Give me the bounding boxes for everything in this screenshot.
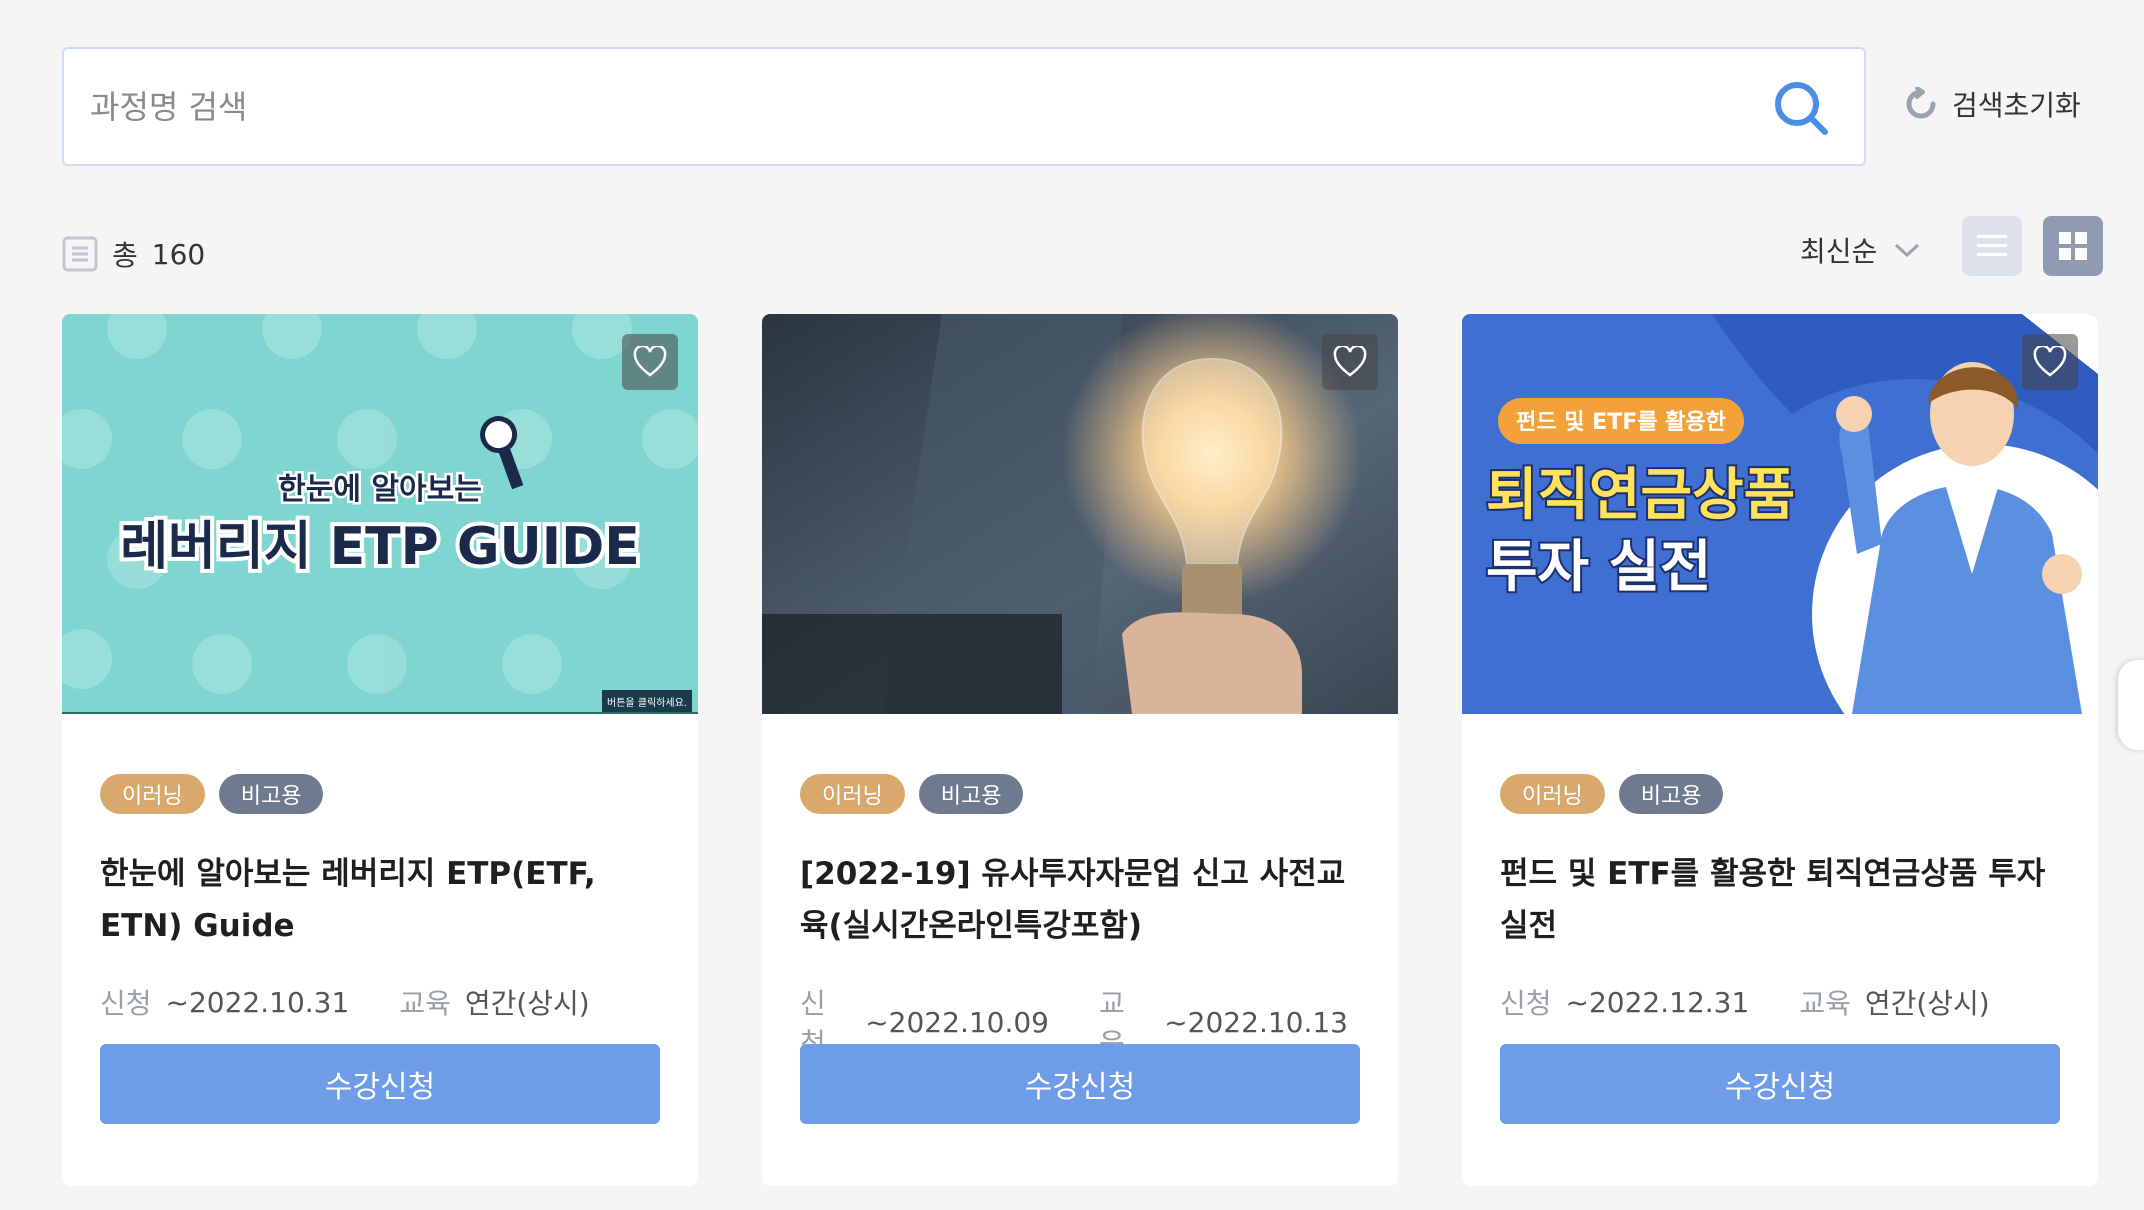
edu-date: 연간(상시)	[464, 987, 590, 1020]
badge-group: 이러닝 비고용	[100, 774, 324, 814]
favorite-button[interactable]	[1322, 334, 1378, 390]
heart-icon	[1333, 346, 1367, 377]
heart-icon	[2033, 346, 2067, 377]
reset-label: 검색초기화	[1952, 89, 2081, 122]
search-icon[interactable]	[1772, 79, 1830, 137]
edu-key: 교육	[399, 987, 451, 1020]
type-badge: 이러닝	[100, 774, 205, 814]
reset-search-button[interactable]: 검색초기화	[1904, 82, 2081, 126]
enroll-button[interactable]: 수강신청	[1500, 1044, 2060, 1124]
course-thumbnail[interactable]: 펀드 및 ETF를 활용한 퇴직연금상품 투자 실전	[1462, 314, 2098, 714]
category-badge: 비고용	[1618, 774, 1724, 814]
course-dates: 신청 ~2022.12.31 교육 연간(상시)	[1500, 982, 2040, 1022]
favorite-button[interactable]	[2022, 334, 2078, 390]
search-box[interactable]	[62, 47, 1866, 166]
thumbnail-subtitle: 투자 실전	[1486, 535, 1712, 600]
total-number: 160	[151, 237, 206, 271]
course-card[interactable]: 한눈에 알아보는 레버리지 ETP GUIDE 버튼을 클릭하세요. 이러닝 비…	[62, 314, 698, 1186]
grid-view-icon	[2059, 232, 2087, 260]
type-badge: 이러닝	[1500, 774, 1605, 814]
apply-date: ~2022.10.09	[865, 1005, 1049, 1039]
thumbnail-title: 레버리지 ETP GUIDE	[120, 517, 640, 577]
refresh-icon	[1906, 87, 1936, 119]
apply-date: ~2022.10.31	[165, 985, 350, 1019]
apply-key: 신청	[1500, 987, 1552, 1020]
thumbnail-headline: 한눈에 알아보는	[278, 472, 482, 507]
course-thumbnail[interactable]: 한눈에 알아보는 레버리지 ETP GUIDE 버튼을 클릭하세요.	[62, 314, 698, 714]
total-count: 총 160	[62, 234, 205, 274]
course-title[interactable]: 펀드 및 ETF를 활용한 퇴직연금상품 투자 실전	[1500, 848, 2060, 952]
type-badge: 이러닝	[800, 774, 905, 814]
thumbnail-tag: 펀드 및 ETF를 활용한	[1516, 410, 1726, 435]
search-input[interactable]	[90, 49, 1730, 164]
total-label: 총	[112, 239, 138, 272]
edu-date: 연간(상시)	[1864, 987, 1990, 1020]
apply-date: ~2022.12.31	[1565, 985, 1750, 1019]
sort-label: 최신순	[1800, 235, 1878, 268]
side-panel-handle[interactable]	[2118, 660, 2144, 750]
heart-icon	[633, 346, 667, 377]
category-badge: 비고용	[218, 774, 324, 814]
list-doc-icon	[62, 236, 98, 272]
thumbnail-corner-note: 버튼을 클릭하세요.	[607, 696, 687, 709]
course-thumbnail[interactable]	[762, 314, 1398, 714]
sort-dropdown[interactable]: 최신순	[1800, 230, 1921, 270]
course-dates: 신청 ~2022.10.31 교육 연간(상시)	[100, 982, 640, 1022]
enroll-button[interactable]: 수강신청	[800, 1044, 1360, 1124]
edu-key: 교육	[1799, 987, 1851, 1020]
apply-key: 신청	[100, 987, 152, 1020]
list-view-button[interactable]	[1962, 216, 2022, 276]
grid-view-button[interactable]	[2043, 216, 2103, 276]
thumbnail-title: 퇴직연금상품	[1486, 463, 1795, 528]
badge-group: 이러닝 비고용	[800, 774, 1024, 814]
favorite-button[interactable]	[622, 334, 678, 390]
enroll-button[interactable]: 수강신청	[100, 1044, 660, 1124]
course-title[interactable]: 한눈에 알아보는 레버리지 ETP(ETF, ETN) Guide	[100, 848, 660, 952]
list-view-icon	[1977, 235, 2007, 256]
course-card[interactable]: 이러닝 비고용 [2022-19] 유사투자자문업 신고 사전교육(실시간온라인…	[762, 314, 1398, 1186]
course-title[interactable]: [2022-19] 유사투자자문업 신고 사전교육(실시간온라인특강포함)	[800, 848, 1360, 952]
badge-group: 이러닝 비고용	[1500, 774, 1724, 814]
edu-date: ~2022.10.13	[1164, 1005, 1348, 1039]
chevron-down-icon	[1895, 243, 1920, 258]
course-card[interactable]: 펀드 및 ETF를 활용한 퇴직연금상품 투자 실전 이러닝 비고용 펀드 및 …	[1462, 314, 2098, 1186]
category-badge: 비고용	[918, 774, 1024, 814]
